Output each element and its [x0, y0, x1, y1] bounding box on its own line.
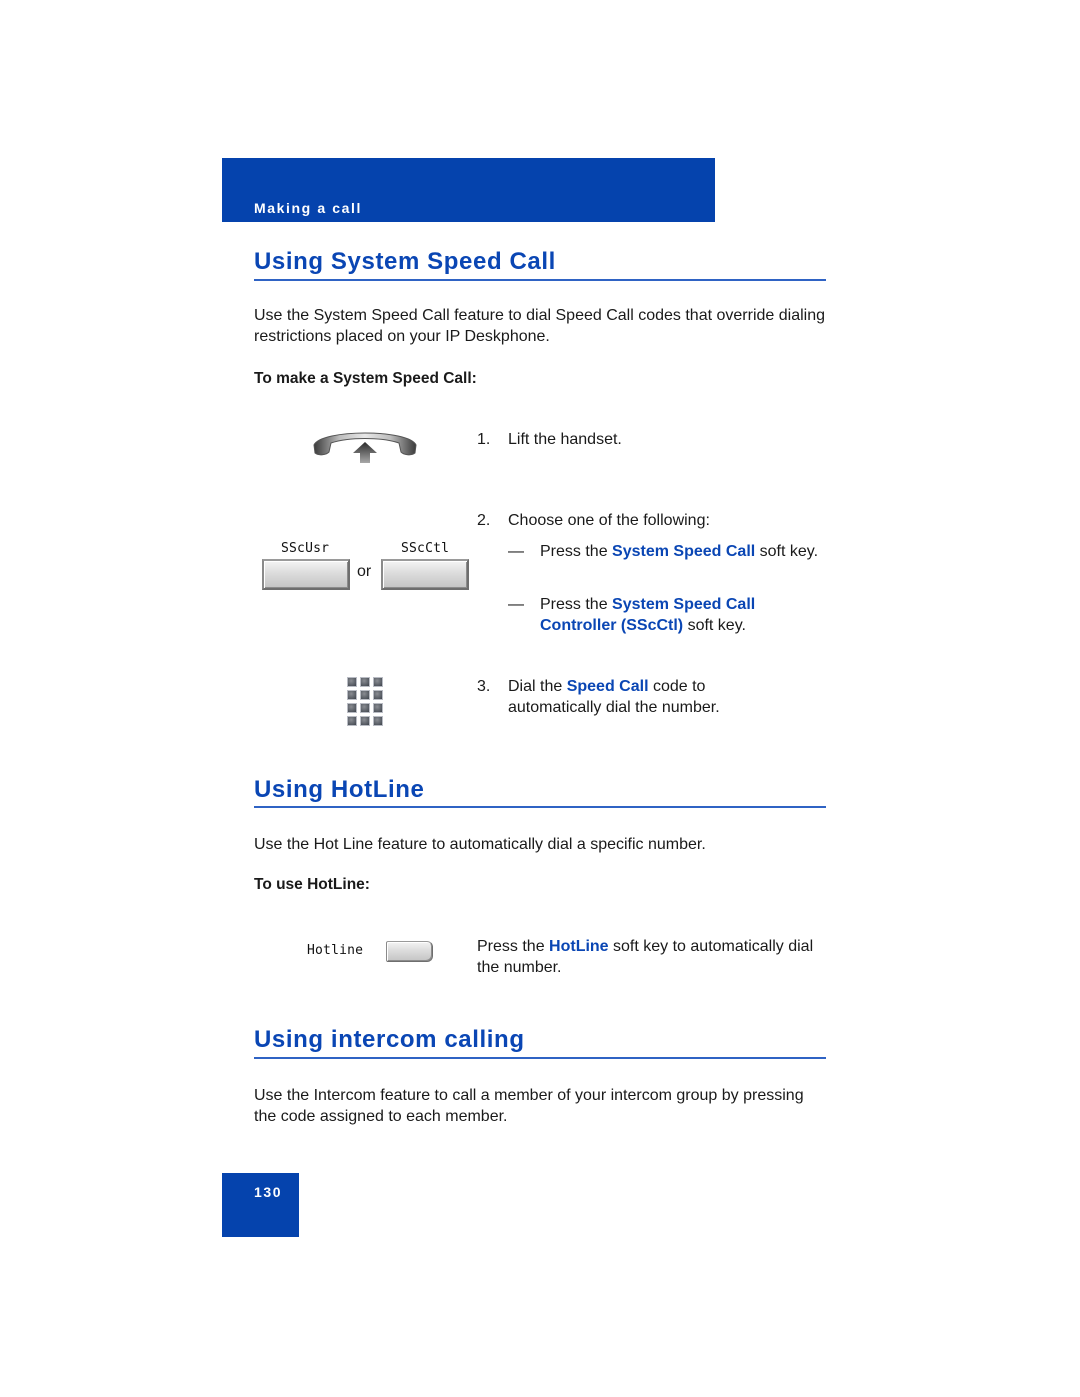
step-highlight: HotLine [549, 938, 609, 955]
option-suffix: soft key. [755, 543, 819, 560]
step-text: Choose one of the following: [508, 512, 710, 529]
procedure-label: To make a System Speed Call: [254, 370, 477, 387]
option-suffix: soft key. [683, 617, 746, 634]
section-divider [254, 1057, 826, 1059]
option-prefix: Press the [540, 543, 613, 560]
dialpad-key [360, 703, 370, 713]
section-intro: Use the System Speed Call feature to dia… [254, 307, 825, 345]
sscusr-softkey-button[interactable] [262, 559, 350, 590]
step-option: Press the System Speed Call soft key. [540, 541, 830, 562]
softkey-label-sscctl: SScCtl [401, 541, 450, 556]
section-title-system-speed-call: Using System Speed Call [254, 248, 556, 275]
or-text: or [357, 563, 372, 580]
dialpad-key [360, 677, 370, 687]
step-number: 3. [477, 678, 491, 695]
option-dash: — [508, 596, 524, 613]
step-text: Dial the Speed Call code to automaticall… [508, 676, 758, 718]
section-intro: Use the Intercom feature to call a membe… [254, 1087, 804, 1125]
dialpad-icon [347, 677, 383, 726]
page-number-box: 130 [222, 1173, 299, 1237]
procedure-label: To use HotLine: [254, 876, 370, 893]
dialpad-key [347, 677, 357, 687]
option-dash: — [508, 543, 524, 560]
step-text: Press the HotLine soft key to automatica… [477, 936, 827, 978]
dialpad-key [347, 703, 357, 713]
handset-lift-icon [311, 425, 419, 465]
page-number: 130 [254, 1184, 283, 1200]
chapter-label: Making a call [254, 200, 362, 216]
chapter-header-band: Making a call [222, 158, 715, 222]
sscctl-softkey-button[interactable] [381, 559, 469, 590]
hotline-softkey-button[interactable] [386, 941, 433, 962]
section-title-hotline: Using HotLine [254, 776, 425, 803]
option-highlight: System Speed Call [612, 543, 756, 560]
step-prefix: Press the [477, 938, 550, 955]
step-number: 2. [477, 512, 491, 529]
section-divider [254, 279, 826, 281]
softkey-label-hotline: Hotline [307, 943, 364, 958]
step-text: Lift the handset. [508, 431, 622, 448]
dialpad-key [373, 677, 383, 687]
section-divider [254, 806, 826, 808]
step-option: Press the System Speed Call Controller (… [540, 594, 790, 636]
section-title-intercom: Using intercom calling [254, 1026, 525, 1053]
dialpad-key [373, 716, 383, 726]
step-highlight: Speed Call [566, 678, 649, 695]
softkey-label-sscusr: SScUsr [281, 541, 330, 556]
dialpad-key [373, 703, 383, 713]
dialpad-key [360, 690, 370, 700]
dialpad-key [373, 690, 383, 700]
step-number: 1. [477, 431, 491, 448]
dialpad-key [347, 716, 357, 726]
option-prefix: Press the [540, 596, 613, 613]
dialpad-key [360, 716, 370, 726]
dialpad-key [347, 690, 357, 700]
section-intro: Use the Hot Line feature to automaticall… [254, 836, 706, 853]
step-prefix: Dial the [508, 678, 567, 695]
